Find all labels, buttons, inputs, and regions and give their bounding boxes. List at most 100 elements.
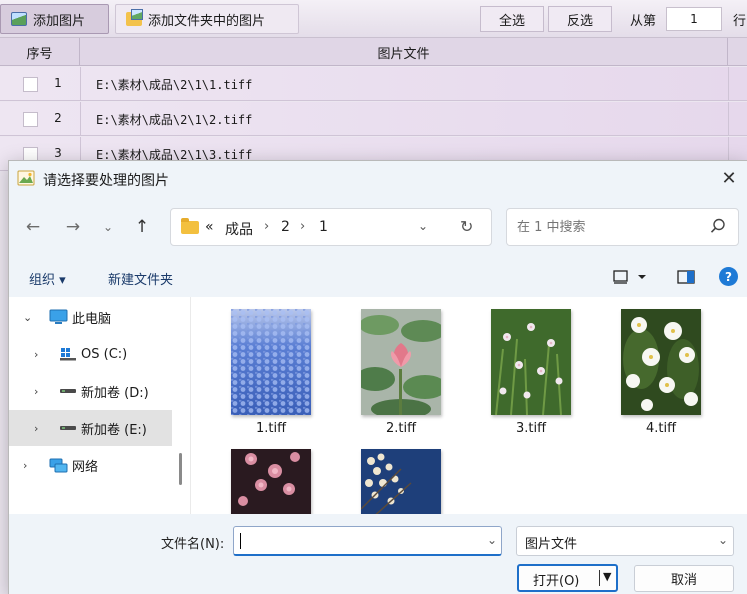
image-thumbnail bbox=[361, 309, 441, 415]
table-row[interactable]: 2 E:\素材\成品\2\1\2.tiff bbox=[0, 102, 747, 136]
breadcrumb-item[interactable]: 成品 bbox=[225, 219, 253, 239]
image-icon bbox=[11, 12, 27, 26]
tree-item-drive-d[interactable]: › 新加卷 (D:) bbox=[9, 373, 172, 409]
search-icon bbox=[710, 218, 725, 233]
image-thumbnail bbox=[361, 449, 441, 514]
new-folder-button[interactable]: 新建文件夹 bbox=[108, 269, 173, 288]
chevron-right-icon[interactable]: › bbox=[34, 348, 38, 361]
breadcrumb-separator-icon[interactable]: › bbox=[264, 219, 269, 234]
column-header-file[interactable]: 图片文件 bbox=[80, 38, 728, 66]
drive-icon bbox=[60, 389, 76, 393]
cancel-button[interactable]: 取消 bbox=[634, 565, 734, 592]
tree-item-label: OS (C:) bbox=[81, 346, 128, 362]
filetype-select[interactable]: 图片文件 bbox=[516, 526, 734, 556]
dialog-footer: 文件名(N): ⌄ 图片文件 ⌄ 打开(O) ▼ 取消 bbox=[9, 514, 747, 594]
image-thumbnail bbox=[231, 309, 311, 415]
tree-item-label: 新加卷 (D:) bbox=[81, 385, 149, 401]
file-name: 3.tiff bbox=[515, 421, 547, 436]
search-input[interactable] bbox=[506, 208, 739, 246]
image-thumbnail bbox=[231, 449, 311, 514]
tree-item-label: 新加卷 (E:) bbox=[81, 422, 147, 438]
filetype-value: 图片文件 bbox=[525, 537, 578, 552]
windows-drive-icon bbox=[60, 348, 76, 361]
file-open-dialog: 请选择要处理的图片 ✕ ← → ⌄ ↑ « 成品 › 2 › 1 ⌄ ↻ 组织 … bbox=[8, 160, 747, 594]
chevron-down-icon[interactable]: ⌄ bbox=[23, 311, 32, 324]
back-arrow-icon[interactable]: ← bbox=[21, 215, 45, 239]
add-folder-images-label: 添加文件夹中的图片 bbox=[148, 13, 266, 29]
filename-label: 文件名(N): bbox=[161, 537, 225, 552]
column-divider bbox=[80, 102, 81, 136]
column-divider bbox=[728, 102, 729, 136]
text-caret bbox=[240, 533, 241, 549]
row-checkbox[interactable] bbox=[23, 77, 38, 92]
navigation-tree: ⌄ 此电脑 › OS (C:) › 新加卷 (D:) › 新加卷 (E:) › … bbox=[9, 297, 182, 514]
from-row-input[interactable]: 1 bbox=[666, 7, 722, 31]
preview-pane-icon[interactable] bbox=[677, 270, 695, 284]
breadcrumb-separator-icon[interactable]: › bbox=[300, 219, 305, 234]
column-header-index[interactable]: 序号 bbox=[0, 38, 80, 66]
computer-icon bbox=[49, 309, 68, 324]
chevron-right-icon[interactable]: › bbox=[23, 459, 27, 472]
address-bar[interactable]: « 成品 › 2 › 1 ⌄ ↻ bbox=[170, 208, 492, 246]
caret-down-icon[interactable]: ▼ bbox=[603, 570, 611, 583]
row-index: 1 bbox=[54, 76, 62, 90]
breadcrumb-item[interactable]: 1 bbox=[319, 219, 328, 235]
row-label: 行 bbox=[733, 14, 747, 29]
refresh-icon[interactable]: ↻ bbox=[460, 217, 473, 236]
file-name: 2.tiff bbox=[385, 421, 417, 436]
folder-icon bbox=[181, 218, 199, 234]
filename-input[interactable] bbox=[233, 526, 502, 556]
tree-item-label: 此电脑 bbox=[72, 311, 112, 327]
dialog-title: 请选择要处理的图片 bbox=[43, 173, 169, 189]
tree-item-network[interactable]: › 网络 bbox=[9, 447, 172, 483]
dialog-title-bar: 请选择要处理的图片 ✕ bbox=[9, 161, 747, 195]
row-path: E:\素材\成品\2\1\1.tiff bbox=[96, 78, 253, 92]
forward-arrow-icon[interactable]: → bbox=[61, 215, 85, 239]
chevron-down-icon[interactable]: ⌄ bbox=[487, 533, 497, 547]
tree-scrollbar[interactable] bbox=[179, 453, 182, 485]
chevron-down-icon[interactable]: ⌄ bbox=[418, 219, 428, 233]
tree-item-drive-e[interactable]: › 新加卷 (E:) bbox=[9, 410, 172, 446]
picture-icon bbox=[17, 170, 35, 186]
file-name: 4.tiff bbox=[645, 421, 677, 436]
split-divider bbox=[599, 570, 600, 586]
view-options-icon[interactable] bbox=[613, 270, 647, 284]
navigation-bar: ← → ⌄ ↑ « 成品 › 2 › 1 ⌄ ↻ bbox=[9, 195, 747, 257]
file-name: 1.tiff bbox=[255, 421, 287, 436]
image-thumbnail bbox=[491, 309, 571, 415]
drive-icon bbox=[60, 426, 76, 430]
add-folder-images-button[interactable]: 添加文件夹中的图片 bbox=[115, 4, 299, 34]
row-index: 3 bbox=[54, 146, 62, 160]
network-icon bbox=[49, 458, 68, 473]
table-row[interactable]: 1 E:\素材\成品\2\1\1.tiff bbox=[0, 67, 747, 101]
chevron-right-icon[interactable]: › bbox=[34, 385, 38, 398]
help-icon[interactable]: ? bbox=[719, 267, 738, 286]
tree-item-label: 网络 bbox=[72, 459, 99, 475]
column-divider bbox=[80, 67, 81, 101]
row-checkbox[interactable] bbox=[23, 112, 38, 127]
organize-menu[interactable]: 组织 ▾ bbox=[29, 269, 66, 288]
chevron-right-icon[interactable]: › bbox=[34, 422, 38, 435]
column-divider bbox=[728, 67, 729, 101]
breadcrumb-item[interactable]: 2 bbox=[281, 219, 290, 235]
folder-image-icon bbox=[126, 9, 143, 26]
image-thumbnail bbox=[621, 309, 701, 415]
from-row-label: 从第 bbox=[630, 14, 657, 29]
tree-item-drive-c[interactable]: › OS (C:) bbox=[9, 336, 172, 372]
add-images-button[interactable]: 添加图片 bbox=[0, 4, 109, 34]
row-index: 2 bbox=[54, 111, 62, 125]
add-images-label: 添加图片 bbox=[33, 13, 86, 29]
open-button-label: 打开(O) bbox=[533, 574, 580, 589]
tree-item-this-pc[interactable]: ⌄ 此电脑 bbox=[9, 299, 172, 335]
row-path: E:\素材\成品\2\1\2.tiff bbox=[96, 113, 253, 127]
close-icon[interactable]: ✕ bbox=[716, 165, 742, 191]
breadcrumb-overflow[interactable]: « bbox=[205, 219, 214, 235]
chevron-down-icon[interactable]: ⌄ bbox=[718, 533, 728, 547]
invert-selection-button[interactable]: 反选 bbox=[548, 6, 612, 32]
up-arrow-icon[interactable]: ↑ bbox=[130, 215, 154, 239]
grid-header: 序号 图片文件 bbox=[0, 38, 747, 66]
select-all-button[interactable]: 全选 bbox=[480, 6, 544, 32]
recent-locations-chevron-icon[interactable]: ⌄ bbox=[96, 215, 120, 239]
open-button[interactable]: 打开(O) ▼ bbox=[517, 564, 618, 592]
command-bar: 组织 ▾ 新建文件夹 ? bbox=[9, 257, 747, 297]
